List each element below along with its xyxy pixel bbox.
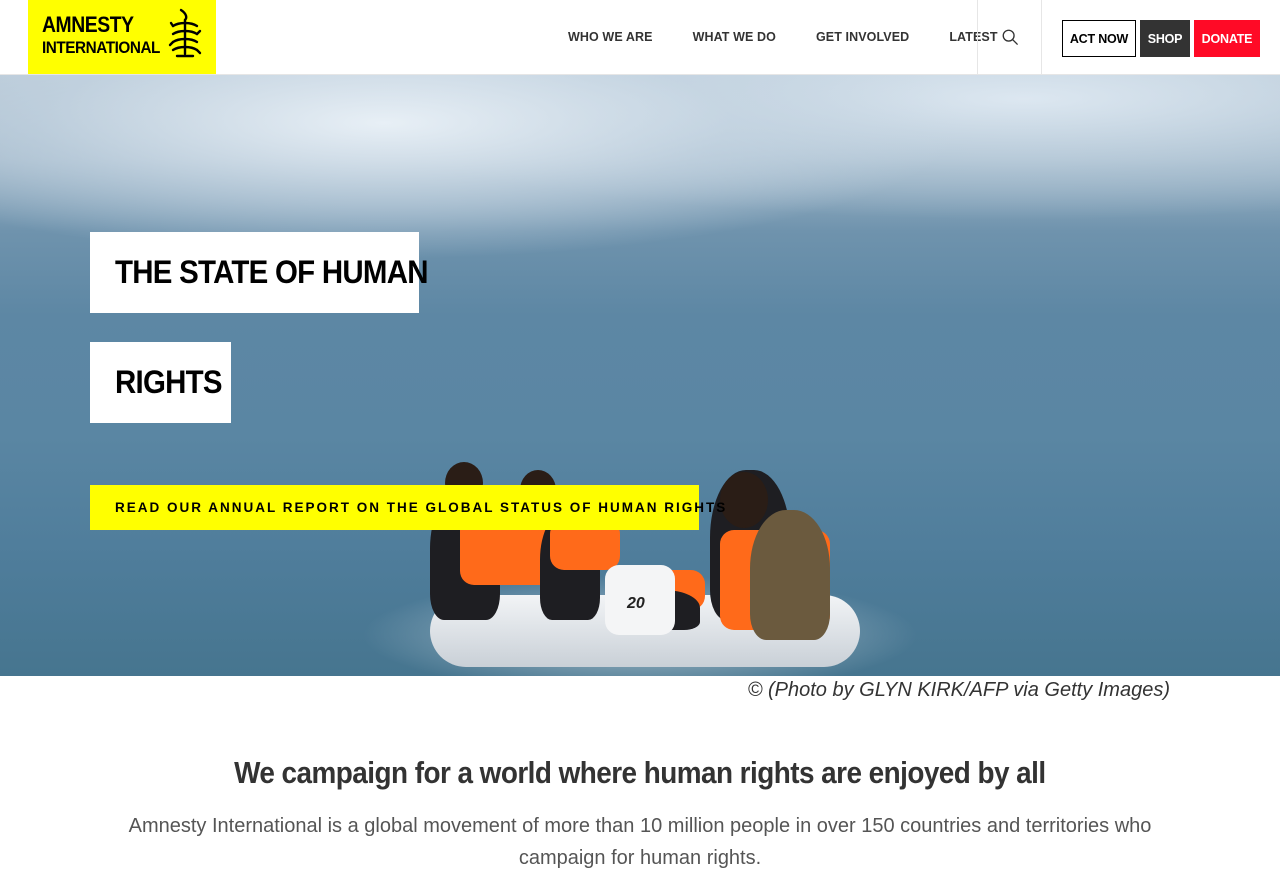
site-header: AMNESTY INTERNATIONAL WHO WE ARE WHAT WE…	[0, 0, 1280, 75]
act-now-button[interactable]: ACT NOW	[1062, 20, 1136, 57]
annual-report-cta[interactable]: READ OUR ANNUAL REPORT ON THE GLOBAL STA…	[90, 485, 725, 530]
mission-headline-text: We campaign for a world where human righ…	[234, 755, 1046, 790]
hero-title-line2: RIGHTS	[90, 342, 231, 423]
shop-button[interactable]: SHOP	[1140, 20, 1190, 57]
hero-title-line1-text: THE STATE OF HUMAN	[115, 254, 428, 290]
search-button[interactable]	[977, 0, 1042, 74]
amnesty-logo[interactable]: AMNESTY INTERNATIONAL	[28, 0, 216, 74]
logo-line2: INTERNATIONAL	[42, 38, 160, 57]
photo-caption: © (Photo by GLYN KIRK/AFP via Getty Imag…	[747, 679, 1170, 701]
logo-line1: AMNESTY	[42, 12, 134, 37]
mission-intro: Amnesty International is a global moveme…	[128, 815, 1152, 869]
motor-number: 20	[627, 595, 645, 612]
search-icon	[1002, 29, 1018, 45]
candle-in-barbed-wire-icon	[168, 8, 202, 58]
nav-who-we-are[interactable]: WHO WE ARE	[548, 30, 673, 44]
mission-headline: We campaign for a world where human righ…	[0, 755, 1280, 791]
hero-title-line1: THE STATE OF HUMAN	[90, 232, 428, 313]
hero-title-line2-text: RIGHTS	[115, 364, 223, 400]
nav-get-involved[interactable]: GET INVOLVED	[796, 30, 929, 44]
main-nav: WHO WE ARE WHAT WE DO GET INVOLVED LATES…	[548, 0, 1018, 74]
donate-button[interactable]: DONATE	[1194, 20, 1260, 57]
logo-wordmark: AMNESTY INTERNATIONAL	[42, 12, 173, 57]
nav-what-we-do[interactable]: WHAT WE DO	[673, 30, 796, 44]
hero-banner: 20 THE STATE OF HUMAN RIGHTS READ OUR AN…	[0, 75, 1280, 676]
